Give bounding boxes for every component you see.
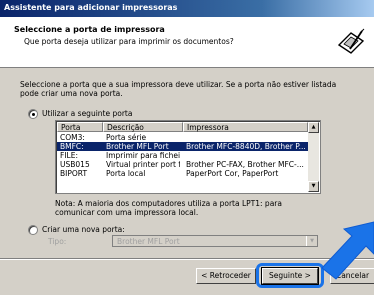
- window-title: Assistente para adicionar impressoras: [4, 3, 178, 12]
- column-header-porta[interactable]: Porta: [57, 122, 103, 132]
- table-row[interactable]: USB015 Virtual printer port for ... Brot…: [57, 160, 308, 169]
- intro-text: Seleccione a porta que a sua impressora …: [20, 80, 337, 98]
- description-cell: Imprimir para ficheiro: [106, 151, 180, 160]
- port-type-select[interactable]: Brother MFL Port ▼: [112, 235, 318, 247]
- scroll-up-icon[interactable]: ▲: [308, 122, 319, 133]
- port-cell: BIPORT: [60, 169, 88, 178]
- use-port-radio[interactable]: [28, 109, 38, 119]
- table-row[interactable]: COM3: Porta série: [57, 133, 308, 142]
- port-cell: COM3:: [60, 133, 85, 142]
- description-cell: Virtual printer port for ...: [106, 160, 180, 169]
- port-cell: BMFC:: [60, 142, 84, 151]
- page-subtitle: Que porta deseja utilizar para imprimir …: [24, 37, 234, 46]
- note-text: Nota: A maioria dos computadores utiliza…: [55, 199, 282, 217]
- next-button-highlight: [256, 263, 324, 288]
- description-cell: Porta série: [106, 133, 147, 142]
- port-cell: USB015: [60, 160, 90, 169]
- create-port-radio[interactable]: [28, 225, 38, 235]
- wizard-header: Seleccione a porta de impressora Que por…: [0, 17, 374, 68]
- printer-wizard-icon: [337, 28, 365, 54]
- page-title: Seleccione a porta de impressora: [14, 25, 165, 34]
- printer-cell: PaperPort Cor, PaperPort: [186, 169, 279, 178]
- description-cell: Brother MFL Port: [106, 142, 169, 151]
- scroll-down-icon[interactable]: ▼: [308, 181, 319, 192]
- port-type-value: Brother MFL Port: [117, 237, 180, 246]
- port-type-label: Tipo:: [48, 237, 67, 246]
- port-cell: FILE:: [60, 151, 78, 160]
- back-button[interactable]: < Retroceder: [196, 268, 256, 284]
- column-header-impressora[interactable]: Impressora: [183, 122, 308, 132]
- printer-cell: Brother MFC-8840D, Brother P...: [186, 142, 306, 151]
- port-list[interactable]: Porta Descrição Impressora COM3: Porta s…: [55, 120, 321, 194]
- table-row[interactable]: FILE: Imprimir para ficheiro: [57, 151, 308, 160]
- use-port-label[interactable]: Utilizar a seguinte porta: [42, 109, 132, 118]
- description-cell: Porta local: [106, 169, 146, 178]
- chevron-down-icon[interactable]: ▼: [306, 236, 317, 246]
- footer-divider: [0, 258, 374, 260]
- printer-cell: Brother PC-FAX, Brother MFC-...: [186, 160, 304, 169]
- port-list-scrollbar[interactable]: ▲ ▼: [308, 122, 319, 192]
- cancel-button[interactable]: Cancelar: [330, 268, 374, 284]
- title-bar: Assistente para adicionar impressoras: [0, 0, 374, 17]
- column-header-descricao[interactable]: Descrição: [103, 122, 183, 132]
- table-row-selected[interactable]: BMFC: Brother MFL Port Brother MFC-8840D…: [57, 142, 308, 151]
- port-list-header: Porta Descrição Impressora: [57, 122, 308, 133]
- table-row[interactable]: BIPORT Porta local PaperPort Cor, PaperP…: [57, 169, 308, 178]
- create-port-label[interactable]: Criar uma nova porta:: [42, 225, 125, 234]
